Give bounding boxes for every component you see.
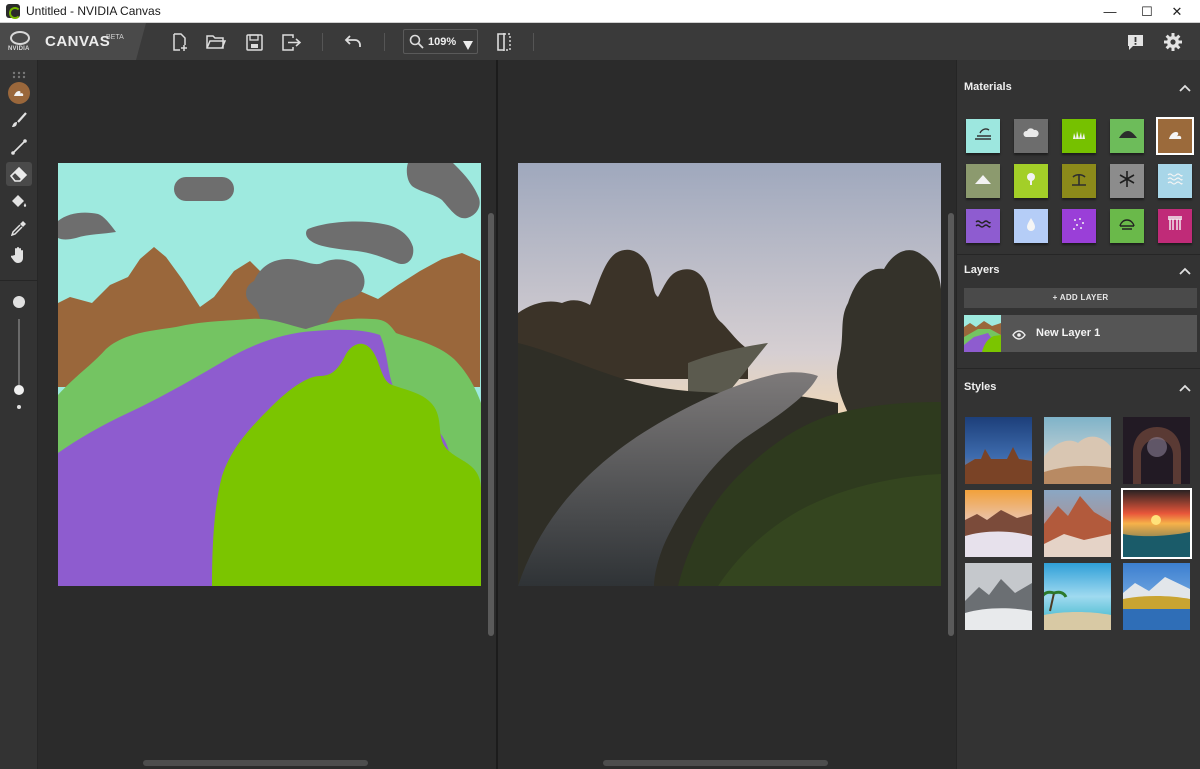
style-thumb-ocean-sunset[interactable] [1121,488,1192,559]
style-thumb-desert-night[interactable] [965,417,1032,484]
styles-header[interactable]: Styles [957,376,1200,400]
materials-header[interactable]: Materials [957,76,1200,100]
layer-thumbnail [964,315,1001,352]
style-thumb-arch-stars[interactable] [1123,417,1190,484]
feedback-icon[interactable] [1124,31,1146,53]
style-thumb-rock-arch[interactable] [1044,417,1111,484]
undo-icon[interactable] [342,31,364,53]
eraser-tool[interactable] [6,162,32,186]
cloud-icon [1021,124,1041,149]
layer-row[interactable]: New Layer 1 [964,315,1197,352]
right-canvas-hscrollbar[interactable] [603,760,828,766]
output-image [518,163,941,586]
chevron-up-icon[interactable] [1179,265,1191,277]
eyedropper-tool[interactable] [6,216,32,240]
brush-size-large-icon [13,296,25,308]
mountain-icon [973,169,993,194]
material-swatch-rock[interactable] [1156,117,1194,155]
brush-tool[interactable] [6,108,32,132]
right-panel: Materials Layers + ADD LAYER New Layer 1 [956,60,1200,769]
hand-tool[interactable] [6,243,32,267]
save-icon[interactable] [243,31,265,53]
material-swatch-palm[interactable] [1062,164,1096,198]
material-swatch-sea[interactable] [1158,164,1192,198]
layers-label: Layers [964,264,1000,276]
zoom-icon [409,34,424,54]
brush-size-slider[interactable] [18,319,20,385]
style-thumb-mountain-sunset[interactable] [965,490,1032,557]
material-swatch-tree[interactable] [1014,164,1048,198]
sea-icon [1165,169,1185,194]
beach-icon [973,124,993,149]
add-layer-button[interactable]: + ADD LAYER [964,288,1197,308]
window-title: Untitled - NVIDIA Canvas [26,4,161,18]
brush-size-slider-handle[interactable] [14,385,24,395]
snow-icon [1117,169,1137,194]
rock-icon [1165,124,1185,149]
open-folder-icon[interactable] [205,31,227,53]
material-swatch-grass[interactable] [1062,119,1096,153]
eye-icon[interactable] [1012,327,1026,345]
material-swatch-fog[interactable] [1062,209,1096,243]
paint-canvas[interactable] [58,163,481,586]
app-name: CANVAS [45,33,111,50]
layers-header[interactable]: Layers [957,259,1200,283]
fill-tool[interactable] [6,189,32,213]
app-icon [6,4,21,19]
left-canvas-vscrollbar[interactable] [488,213,494,636]
style-thumb-lake-autumn[interactable] [1123,563,1190,630]
material-swatch-river[interactable] [966,209,1000,243]
brand-block: NVIDIA CANVAS BETA [0,23,146,60]
chevron-down-icon [463,37,473,55]
material-swatch-snow[interactable] [1110,164,1144,198]
material-swatch-beach[interactable] [966,119,1000,153]
hill-icon [1117,124,1137,149]
tool-strip [0,60,38,769]
materials-label: Materials [964,81,1012,93]
material-brush-tool[interactable] [6,81,32,105]
material-swatch-bridge[interactable] [1158,209,1192,243]
material-swatch-bush[interactable] [1110,209,1144,243]
bush-icon [1117,214,1137,239]
style-thumb-red-cliffs[interactable] [1044,490,1111,557]
right-canvas-vscrollbar[interactable] [948,213,954,636]
window-titlebar: Untitled - NVIDIA Canvas — ☐ ✕ [0,0,1200,23]
zoom-dropdown[interactable]: 109% [403,29,478,54]
material-swatch-mountain[interactable] [966,164,1000,198]
top-toolbar: NVIDIA CANVAS BETA 109% [0,23,1200,60]
palm-icon [1069,169,1089,194]
material-swatch-cloud[interactable] [1014,119,1048,153]
tree-icon [1021,169,1041,194]
material-swatch-hill[interactable] [1110,119,1144,153]
river-icon [973,214,993,239]
new-file-icon[interactable] [169,31,191,53]
split-divider[interactable] [496,60,498,769]
chevron-up-icon[interactable] [1179,82,1191,94]
grass-icon [1069,124,1089,149]
brush-size-small-icon [17,405,21,409]
nvidia-logo: NVIDIA [8,29,32,53]
gear-icon[interactable] [1162,31,1184,53]
style-thumb-tropical-beach[interactable] [1044,563,1111,630]
water-drop-icon [1021,214,1041,239]
chevron-up-icon[interactable] [1179,382,1191,394]
close-button[interactable]: ✕ [1154,0,1200,23]
zoom-value: 109% [428,36,457,48]
left-canvas-hscrollbar[interactable] [143,760,368,766]
beta-badge: BETA [106,34,124,41]
line-tool[interactable] [6,135,32,159]
flip-view-icon[interactable] [493,31,515,53]
styles-label: Styles [964,381,997,393]
bridge-icon [1165,214,1185,239]
material-swatch-water-drop[interactable] [1014,209,1048,243]
layer-name: New Layer 1 [1036,327,1101,339]
fog-icon [1069,214,1089,239]
export-icon[interactable] [281,31,303,53]
style-thumb-snow-mountains[interactable] [965,563,1032,630]
